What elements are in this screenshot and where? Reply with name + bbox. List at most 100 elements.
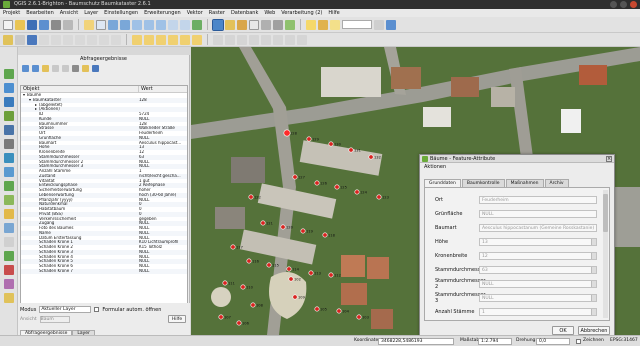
tree-marker[interactable] bbox=[222, 280, 228, 286]
copy-feature-icon[interactable] bbox=[62, 64, 69, 72]
tree-marker[interactable] bbox=[240, 284, 246, 290]
menu-einstellungen[interactable]: Einstellungen bbox=[104, 9, 138, 17]
tree-marker[interactable] bbox=[356, 314, 362, 320]
move-label-icon[interactable] bbox=[168, 34, 178, 45]
add-wcs-layer-icon[interactable] bbox=[4, 167, 14, 177]
save-edits-icon[interactable] bbox=[27, 34, 37, 45]
simplify-icon[interactable] bbox=[297, 34, 307, 45]
minimize-button[interactable] bbox=[610, 1, 617, 8]
bookmark-icon[interactable] bbox=[318, 19, 328, 30]
tree-marker[interactable] bbox=[368, 154, 374, 160]
add-vector-layer-icon[interactable] bbox=[4, 69, 14, 79]
result-row[interactable]: Schaden Krone 7 NULL bbox=[21, 268, 187, 274]
view-select[interactable]: Baum bbox=[39, 316, 70, 323]
coordinate-field[interactable]: 3468228,5486193 bbox=[378, 338, 454, 345]
tree-marker[interactable] bbox=[306, 136, 312, 142]
tree-marker[interactable] bbox=[354, 189, 360, 195]
show-labels-icon[interactable] bbox=[156, 34, 166, 45]
spinbox-arrows-icon[interactable] bbox=[591, 281, 596, 287]
tree-marker[interactable] bbox=[308, 270, 314, 276]
add-postgis-layer-icon[interactable] bbox=[4, 97, 14, 107]
tab-archiv[interactable]: Archiv bbox=[544, 179, 569, 187]
tab-baumkontrolle[interactable]: Baumkontrolle bbox=[461, 179, 505, 187]
move-feature-icon[interactable] bbox=[51, 34, 61, 45]
new-project-icon[interactable] bbox=[3, 19, 13, 30]
node-tool-icon[interactable] bbox=[63, 34, 73, 45]
change-label-icon[interactable] bbox=[192, 34, 202, 45]
menu-bearbeiten[interactable]: Bearbeiten bbox=[26, 9, 53, 17]
whats-this-icon[interactable] bbox=[386, 19, 396, 30]
expand-new-results-icon[interactable] bbox=[42, 64, 49, 72]
remove-layer-icon[interactable] bbox=[4, 265, 14, 275]
tree-marker[interactable] bbox=[376, 194, 382, 200]
scrollbar-thumb[interactable] bbox=[603, 194, 608, 232]
rotate-point-icon[interactable] bbox=[273, 34, 283, 45]
stammdurchmesser-spinbox[interactable]: 63 bbox=[479, 266, 597, 274]
tree-marker[interactable] bbox=[230, 244, 236, 250]
spinbox-arrows-icon[interactable] bbox=[591, 253, 596, 259]
tree-marker[interactable] bbox=[322, 232, 328, 238]
column-object[interactable]: Objekt bbox=[21, 86, 139, 92]
hoehe-spinbox[interactable]: 13 bbox=[479, 238, 597, 246]
spinbox-arrows-icon[interactable] bbox=[591, 309, 596, 315]
tree-marker[interactable] bbox=[250, 302, 256, 308]
collapse-tree-icon[interactable] bbox=[32, 64, 39, 72]
map-tips-icon[interactable] bbox=[306, 19, 316, 30]
georeferencer-icon[interactable] bbox=[4, 293, 14, 303]
rotate-label-icon[interactable] bbox=[180, 34, 190, 45]
digitize-icon[interactable] bbox=[213, 34, 223, 45]
zoom-in-icon[interactable] bbox=[108, 19, 118, 30]
python-console-icon[interactable] bbox=[374, 19, 384, 30]
auto-open-checkbox[interactable] bbox=[94, 307, 100, 312]
edit-toggle-icon[interactable] bbox=[15, 34, 25, 45]
menu-erweiterungen[interactable]: Erweiterungen bbox=[144, 9, 181, 17]
pan-to-selection-icon[interactable] bbox=[96, 19, 106, 30]
label-tool-icon[interactable] bbox=[132, 34, 142, 45]
tab-massnahmen[interactable]: Maßnahmen bbox=[505, 179, 544, 187]
tree-marker[interactable] bbox=[280, 224, 286, 230]
stammdurchmesser-2-spinbox[interactable]: NULL bbox=[479, 280, 597, 288]
render-checkbox[interactable] bbox=[576, 339, 581, 344]
add-delimited-text-icon[interactable] bbox=[4, 195, 14, 205]
crs-status[interactable]: EPSG:31467 bbox=[610, 336, 638, 346]
tree-marker[interactable] bbox=[336, 308, 342, 314]
tree-marker[interactable] bbox=[292, 174, 298, 180]
menu-ansicht[interactable]: Ansicht bbox=[60, 9, 78, 17]
delete-selected-icon[interactable] bbox=[75, 34, 85, 45]
add-feature-icon[interactable] bbox=[39, 34, 49, 45]
zoom-selection-icon[interactable] bbox=[144, 19, 154, 30]
dialog-close-button[interactable]: × bbox=[606, 156, 612, 162]
edit-pencil-icon[interactable] bbox=[3, 34, 13, 45]
annotation-icon[interactable] bbox=[330, 19, 340, 30]
scale-field[interactable]: 1:2.794 bbox=[478, 338, 512, 345]
dialog-actions-label[interactable]: Aktionen bbox=[420, 163, 614, 171]
help-button[interactable]: Hilfe bbox=[168, 315, 186, 323]
tree-marker[interactable] bbox=[246, 258, 252, 264]
pan-hand-icon[interactable] bbox=[84, 19, 94, 30]
add-oracle-layer-icon[interactable] bbox=[4, 139, 14, 149]
gruenflaeche-input[interactable]: NULL bbox=[479, 210, 597, 218]
tree-marker[interactable] bbox=[292, 294, 298, 300]
deselect-icon[interactable] bbox=[237, 19, 247, 30]
clear-results-icon[interactable] bbox=[52, 64, 59, 72]
select-result-icon[interactable] bbox=[82, 64, 89, 72]
column-value[interactable]: Wert bbox=[139, 86, 153, 92]
new-spatialite-icon[interactable] bbox=[4, 223, 14, 233]
tree-marker[interactable] bbox=[286, 266, 292, 272]
split-icon[interactable] bbox=[249, 34, 259, 45]
tree-marker[interactable] bbox=[260, 220, 266, 226]
zoom-out-icon[interactable] bbox=[120, 19, 130, 30]
zoom-full-icon[interactable] bbox=[132, 19, 142, 30]
mode-select[interactable]: Aktueller Layer bbox=[39, 306, 92, 313]
refresh-icon[interactable] bbox=[192, 19, 202, 30]
menu-vektor[interactable]: Vektor bbox=[187, 9, 203, 17]
spinbox-arrows-icon[interactable] bbox=[591, 295, 596, 301]
menu-datenbank[interactable]: Datenbank bbox=[231, 9, 258, 17]
baumart-select[interactable]: Aesculus hippocastanum (Gemeine Rosskast… bbox=[479, 224, 597, 232]
kronenbreite-spinbox[interactable]: 12 bbox=[479, 252, 597, 260]
menu-raster[interactable]: Raster bbox=[209, 9, 225, 17]
merge-icon[interactable] bbox=[261, 34, 271, 45]
menu-verarbeitung[interactable]: Verarbeitung (2) bbox=[281, 9, 322, 17]
rotation-field[interactable]: 0,0 bbox=[536, 338, 570, 345]
attribute-table-icon[interactable] bbox=[249, 19, 259, 30]
